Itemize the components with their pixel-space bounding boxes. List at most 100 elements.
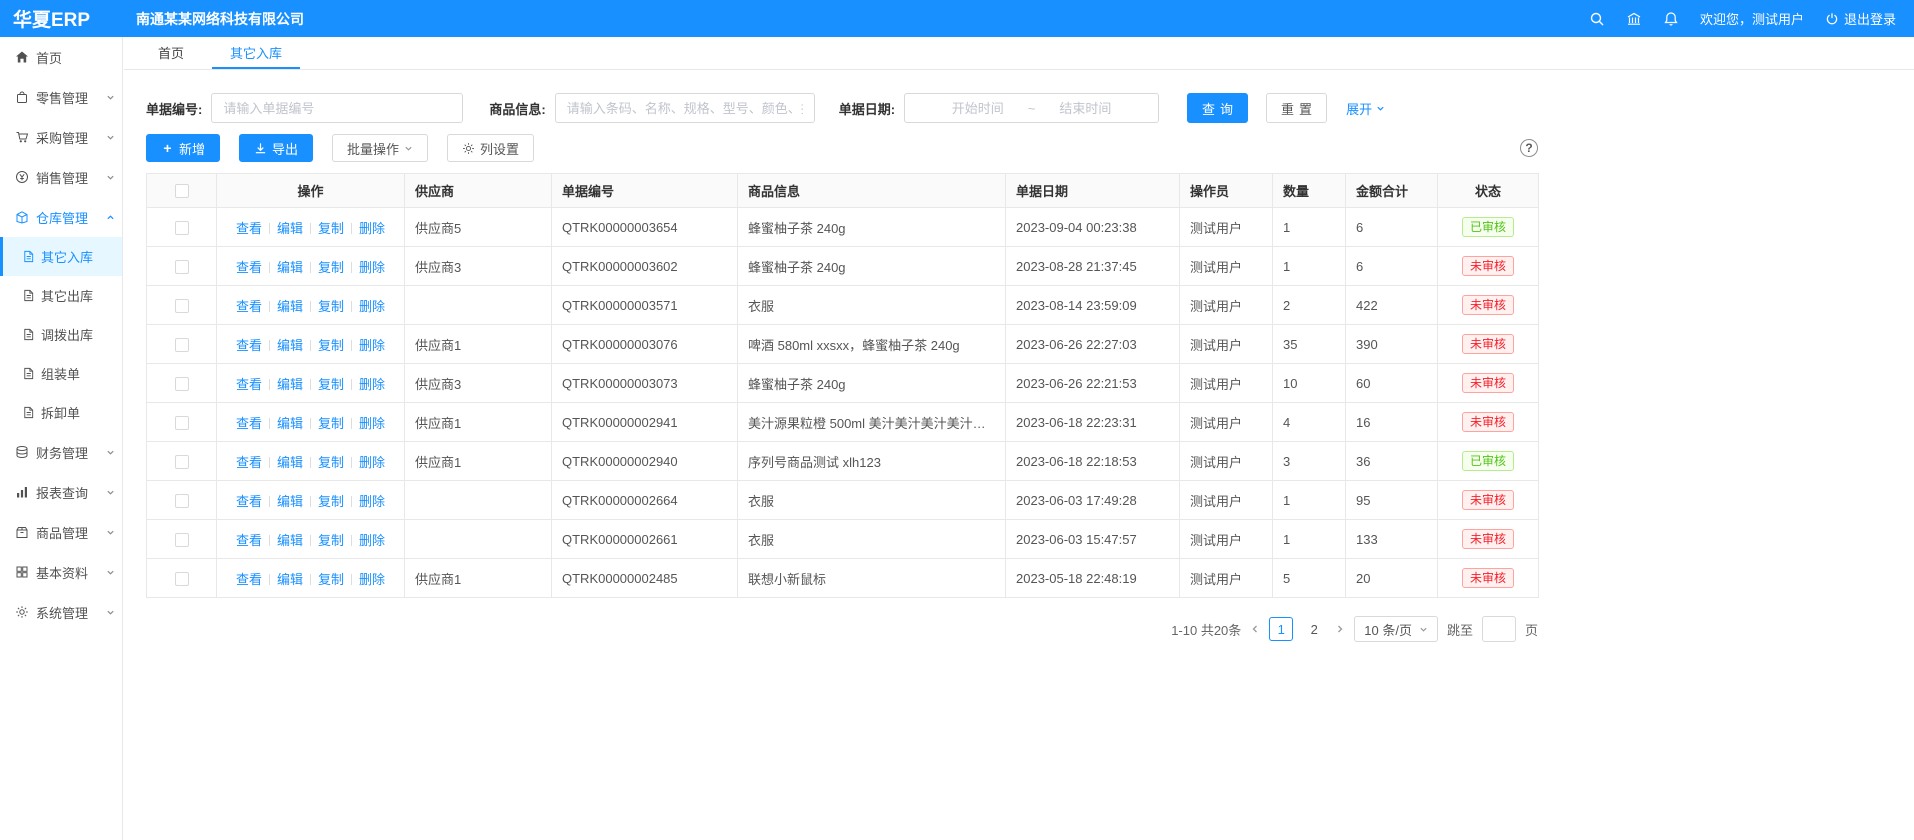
sidebar-subitem-label: 其它出库 [41,286,115,305]
row-checkbox[interactable] [175,377,189,391]
action-divider [269,301,270,312]
delete-link[interactable]: 删除 [359,533,385,548]
row-checkbox[interactable] [175,260,189,274]
sidebar-item-retail[interactable]: 零售管理 [0,77,122,117]
view-link[interactable]: 查看 [236,416,262,431]
delete-link[interactable]: 删除 [359,494,385,509]
view-link[interactable]: 查看 [236,221,262,236]
copy-link[interactable]: 复制 [318,494,344,509]
sidebar-subitem-other-inbound[interactable]: 其它入库 [0,237,122,276]
copy-link[interactable]: 复制 [318,455,344,470]
copy-link[interactable]: 复制 [318,416,344,431]
sidebar-item-purchase[interactable]: 采购管理 [0,117,122,157]
end-date-input[interactable] [1041,101,1129,116]
edit-link[interactable]: 编辑 [277,533,303,548]
delete-link[interactable]: 删除 [359,572,385,587]
sidebar-subitem-transfer-outbound[interactable]: 调拨出库 [0,315,122,354]
sidebar-subitem-disassembly-order[interactable]: 拆卸单 [0,393,122,432]
copy-link[interactable]: 复制 [318,338,344,353]
copy-link[interactable]: 复制 [318,260,344,275]
bill-no-input[interactable] [211,93,463,123]
app-logo[interactable]: 华夏ERP [0,5,123,32]
sidebar-item-home[interactable]: 首页 [0,37,122,77]
export-button[interactable]: 导出 [239,134,313,162]
notification-bell-icon[interactable] [1663,11,1679,27]
copy-link[interactable]: 复制 [318,377,344,392]
view-link[interactable]: 查看 [236,494,262,509]
sidebar-item-system[interactable]: 系统管理 [0,592,122,632]
tab-home[interactable]: 首页 [154,37,188,69]
add-button[interactable]: + 新增 [146,134,220,162]
page-number-1[interactable]: 1 [1269,617,1293,641]
chevron-down-icon [106,608,115,617]
logout-button[interactable]: 退出登录 [1825,9,1896,28]
row-checkbox[interactable] [175,221,189,235]
sidebar-item-report[interactable]: 报表查询 [0,472,122,512]
edit-link[interactable]: 编辑 [277,455,303,470]
edit-link[interactable]: 编辑 [277,416,303,431]
copy-link[interactable]: 复制 [318,572,344,587]
row-checkbox[interactable] [175,494,189,508]
delete-link[interactable]: 删除 [359,338,385,353]
expand-toggle[interactable]: 展开 [1346,99,1385,118]
delete-link[interactable]: 删除 [359,377,385,392]
edit-link[interactable]: 编辑 [277,377,303,392]
view-link[interactable]: 查看 [236,455,262,470]
jump-to-page-input[interactable] [1482,616,1516,642]
prev-page-icon[interactable] [1250,624,1260,634]
doc-icon [22,367,35,380]
warehouse-icon [15,210,29,224]
view-link[interactable]: 查看 [236,377,262,392]
select-all-checkbox[interactable] [175,184,189,198]
sidebar-item-warehouse[interactable]: 仓库管理 [0,197,122,237]
cell-operator: 测试用户 [1180,247,1273,286]
edit-link[interactable]: 编辑 [277,221,303,236]
search-button[interactable]: 查询 [1187,93,1248,123]
sidebar-item-sales[interactable]: 销售管理 [0,157,122,197]
next-page-icon[interactable] [1335,624,1345,634]
sidebar-item-label: 基本资料 [36,563,106,582]
column-settings-button[interactable]: 列设置 [447,134,534,162]
row-checkbox[interactable] [175,338,189,352]
sidebar-item-basic[interactable]: 基本资料 [0,552,122,592]
sidebar-subitem-other-outbound[interactable]: 其它出库 [0,276,122,315]
page-number-2[interactable]: 2 [1302,617,1326,641]
copy-link[interactable]: 复制 [318,221,344,236]
copy-link[interactable]: 复制 [318,533,344,548]
delete-link[interactable]: 删除 [359,416,385,431]
view-link[interactable]: 查看 [236,572,262,587]
delete-link[interactable]: 删除 [359,260,385,275]
edit-link[interactable]: 编辑 [277,299,303,314]
view-link[interactable]: 查看 [236,533,262,548]
edit-link[interactable]: 编辑 [277,572,303,587]
sidebar-subitem-assembly-order[interactable]: 组装单 [0,354,122,393]
row-checkbox[interactable] [175,533,189,547]
view-link[interactable]: 查看 [236,338,262,353]
help-icon[interactable]: ? [1520,139,1538,157]
row-checkbox[interactable] [175,455,189,469]
row-checkbox[interactable] [175,416,189,430]
reset-button[interactable]: 重置 [1266,93,1327,123]
copy-link[interactable]: 复制 [318,299,344,314]
view-link[interactable]: 查看 [236,299,262,314]
product-info-input[interactable] [555,93,815,123]
batch-actions-button[interactable]: 批量操作 [332,134,428,162]
tab-other-inbound[interactable]: 其它入库 [212,37,300,69]
row-checkbox[interactable] [175,572,189,586]
start-date-input[interactable] [934,101,1022,116]
sidebar-item-product[interactable]: 商品管理 [0,512,122,552]
logout-label: 退出登录 [1844,9,1896,28]
date-range-picker[interactable]: ~ [904,93,1159,123]
delete-link[interactable]: 删除 [359,455,385,470]
edit-link[interactable]: 编辑 [277,494,303,509]
edit-link[interactable]: 编辑 [277,260,303,275]
sidebar-item-finance[interactable]: 财务管理 [0,432,122,472]
row-checkbox[interactable] [175,299,189,313]
view-link[interactable]: 查看 [236,260,262,275]
bank-icon[interactable] [1626,11,1642,27]
delete-link[interactable]: 删除 [359,299,385,314]
delete-link[interactable]: 删除 [359,221,385,236]
edit-link[interactable]: 编辑 [277,338,303,353]
search-icon[interactable] [1589,11,1605,27]
page-size-select[interactable]: 10 条/页 [1354,616,1438,642]
